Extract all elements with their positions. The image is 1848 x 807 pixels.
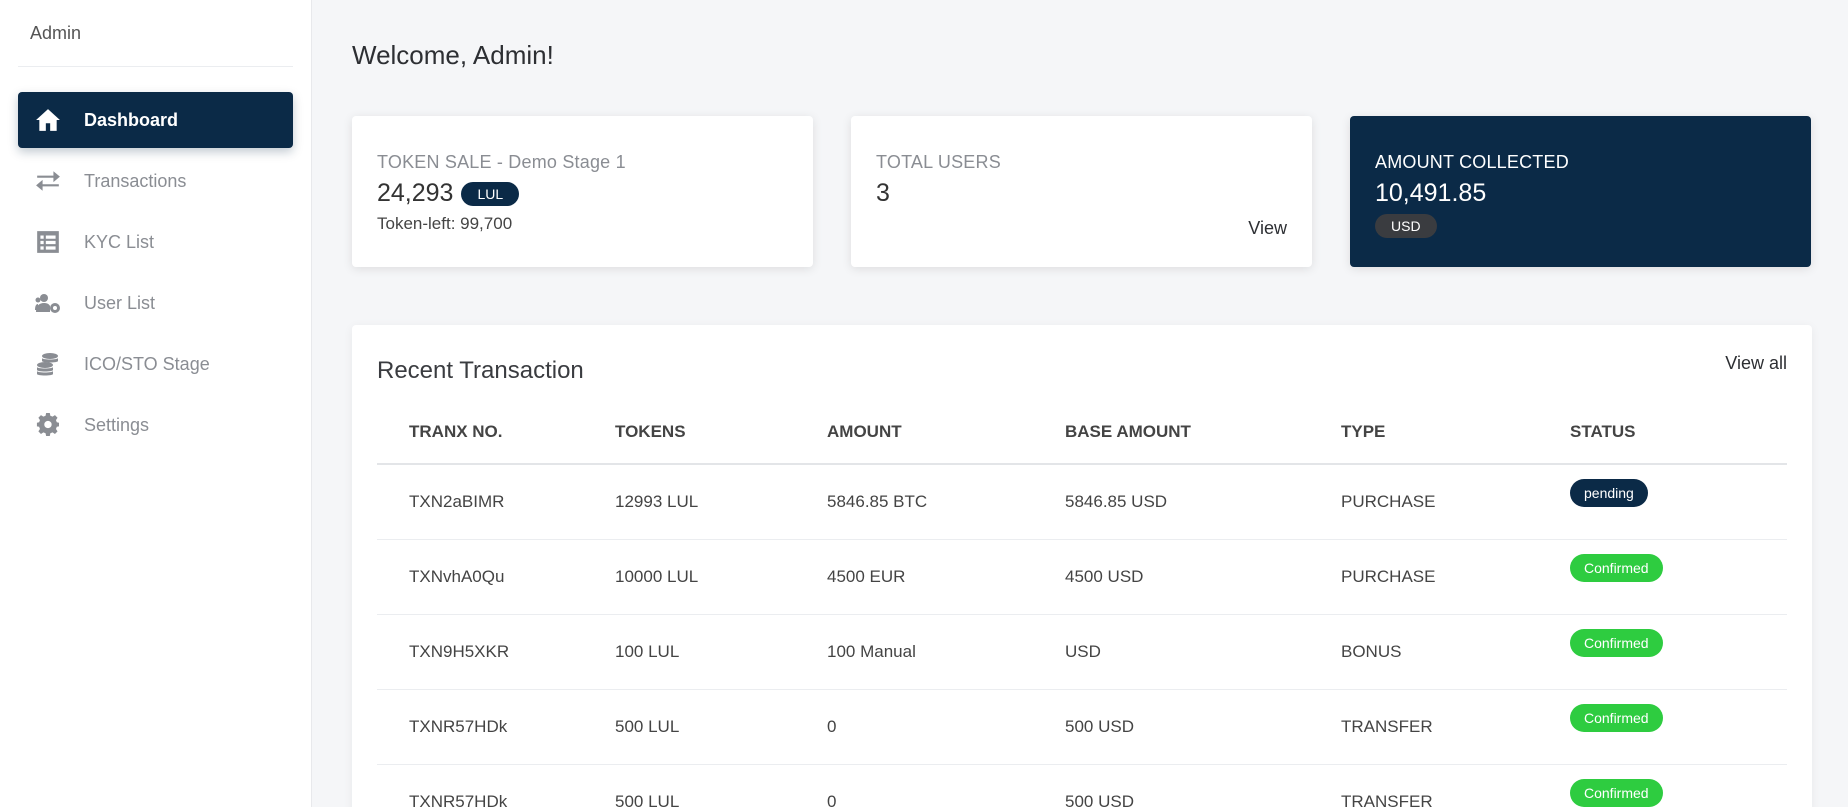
type-cell: TRANSFER bbox=[1341, 764, 1570, 807]
status-cell: Confirmed bbox=[1570, 764, 1787, 807]
view-all-link[interactable]: View all bbox=[1725, 353, 1787, 374]
tranx-cell: TXNR57HDk bbox=[377, 764, 615, 807]
sidebar-item-label: User List bbox=[84, 292, 156, 313]
type-cell: PURCHASE bbox=[1341, 464, 1570, 540]
currency-badge: USD bbox=[1375, 214, 1437, 238]
list-icon bbox=[32, 229, 64, 255]
table-row[interactable]: TXNR57HDk 500 LUL 0 500 USD TRANSFER Con… bbox=[377, 764, 1787, 807]
tokens-cell: 100 LUL bbox=[615, 614, 827, 690]
column-header[interactable]: AMOUNT bbox=[827, 400, 1065, 465]
column-header[interactable]: TOKENS bbox=[615, 400, 827, 465]
status-badge: pending bbox=[1570, 478, 1648, 507]
token-sale-title: TOKEN SALE - Demo Stage 1 bbox=[377, 152, 626, 172]
total-users-title: TOTAL USERS bbox=[876, 152, 1001, 172]
column-header[interactable]: TYPE bbox=[1341, 400, 1570, 465]
users-cog-icon bbox=[32, 290, 64, 316]
table-row[interactable]: TXNvhA0Qu 10000 LUL 4500 EUR 4500 USD PU… bbox=[377, 539, 1787, 615]
column-header[interactable]: BASE AMOUNT bbox=[1065, 400, 1341, 465]
sidebar-item-ico-sto-stage[interactable]: ICO/STO Stage bbox=[18, 336, 293, 392]
sidebar-item-transactions[interactable]: Transactions bbox=[18, 153, 293, 209]
tokens-cell: 10000 LUL bbox=[615, 539, 827, 615]
home-icon bbox=[32, 107, 64, 133]
sidebar-nav: Dashboard Transactions KYC List User Lis… bbox=[0, 92, 311, 453]
view-users-link[interactable]: View bbox=[1248, 218, 1287, 239]
recent-transactions-title: Recent Transaction bbox=[377, 357, 584, 384]
tranx-cell: TXN2aBIMR bbox=[377, 464, 615, 540]
status-badge: Confirmed bbox=[1570, 628, 1663, 657]
tokens-cell: 500 LUL bbox=[615, 764, 827, 807]
transactions-table: TRANX NO. TOKENS AMOUNT BASE AMOUNT TYPE… bbox=[377, 400, 1787, 807]
table-row[interactable]: TXN2aBIMR 12993 LUL 5846.85 BTC 5846.85 … bbox=[377, 464, 1787, 540]
status-cell: Confirmed bbox=[1570, 614, 1787, 690]
status-badge: Confirmed bbox=[1570, 703, 1663, 732]
amount-cell: 5846.85 BTC bbox=[827, 464, 1065, 540]
token-sale-card: TOKEN SALE - Demo Stage 1 24,293 LUL Tok… bbox=[352, 116, 813, 267]
total-users-value: 3 bbox=[876, 179, 890, 207]
table-row[interactable]: TXNR57HDk 500 LUL 0 500 USD TRANSFER Con… bbox=[377, 689, 1787, 765]
gear-icon bbox=[32, 412, 64, 438]
base-amount-cell: USD bbox=[1065, 614, 1341, 690]
sidebar-item-label: ICO/STO Stage bbox=[84, 353, 210, 374]
status-cell: Confirmed bbox=[1570, 689, 1787, 765]
page-title: Welcome, Admin! bbox=[352, 40, 554, 70]
coins-icon bbox=[32, 351, 64, 377]
sidebar-item-settings[interactable]: Settings bbox=[18, 397, 293, 453]
token-left-text: Token-left: 99,700 bbox=[377, 214, 513, 233]
tranx-cell: TXN9H5XKR bbox=[377, 614, 615, 690]
base-amount-cell: 500 USD bbox=[1065, 689, 1341, 765]
tokens-cell: 500 LUL bbox=[615, 689, 827, 765]
token-sale-value-row: 24,293 LUL bbox=[377, 179, 788, 208]
sidebar-item-label: Dashboard bbox=[84, 109, 179, 130]
base-amount-cell: 500 USD bbox=[1065, 764, 1341, 807]
sidebar-item-kyc-list[interactable]: KYC List bbox=[18, 214, 293, 270]
table-row[interactable]: TXN9H5XKR 100 LUL 100 Manual USD BONUS C… bbox=[377, 614, 1787, 690]
amount-cell: 100 Manual bbox=[827, 614, 1065, 690]
tranx-cell: TXNvhA0Qu bbox=[377, 539, 615, 615]
status-cell: Confirmed bbox=[1570, 539, 1787, 615]
sidebar: Admin Dashboard Transactions KYC List Us… bbox=[0, 0, 312, 807]
status-badge: Confirmed bbox=[1570, 553, 1663, 582]
amount-collected-card: AMOUNT COLLECTED 10,491.85 USD bbox=[1350, 116, 1811, 267]
column-header[interactable]: TRANX NO. bbox=[377, 400, 615, 465]
sidebar-item-label: Transactions bbox=[84, 170, 187, 191]
type-cell: BONUS bbox=[1341, 614, 1570, 690]
sidebar-item-dashboard[interactable]: Dashboard bbox=[18, 92, 293, 148]
main-content: Welcome, Admin! TOKEN SALE - Demo Stage … bbox=[312, 0, 1848, 807]
column-header[interactable]: STATUS bbox=[1570, 400, 1787, 465]
type-cell: TRANSFER bbox=[1341, 689, 1570, 765]
sidebar-item-label: KYC List bbox=[84, 231, 155, 252]
sidebar-item-label: Settings bbox=[84, 414, 150, 435]
status-cell: pending bbox=[1570, 464, 1787, 540]
amount-cell: 0 bbox=[827, 689, 1065, 765]
sidebar-item-user-list[interactable]: User List bbox=[18, 275, 293, 331]
amount-cell: 4500 EUR bbox=[827, 539, 1065, 615]
tokens-cell: 12993 LUL bbox=[615, 464, 827, 540]
amount-cell: 0 bbox=[827, 764, 1065, 807]
recent-transactions-panel: Recent Transaction View all TRANX NO. TO… bbox=[352, 325, 1812, 807]
base-amount-cell: 5846.85 USD bbox=[1065, 464, 1341, 540]
base-amount-cell: 4500 USD bbox=[1065, 539, 1341, 615]
table-header-row: TRANX NO. TOKENS AMOUNT BASE AMOUNT TYPE… bbox=[377, 400, 1787, 465]
total-users-card: TOTAL USERS 3 View bbox=[851, 116, 1312, 267]
exchange-icon bbox=[32, 168, 64, 194]
type-cell: PURCHASE bbox=[1341, 539, 1570, 615]
amount-collected-value: 10,491.85 bbox=[1375, 179, 1487, 207]
currency-badge-row: USD bbox=[1375, 214, 1786, 238]
token-symbol-badge: LUL bbox=[461, 181, 520, 206]
token-sale-value: 24,293 bbox=[377, 179, 454, 207]
status-badge: Confirmed bbox=[1570, 778, 1663, 807]
amount-collected-title: AMOUNT COLLECTED bbox=[1375, 152, 1569, 172]
tranx-cell: TXNR57HDk bbox=[377, 689, 615, 765]
sidebar-brand: Admin bbox=[18, 0, 293, 67]
